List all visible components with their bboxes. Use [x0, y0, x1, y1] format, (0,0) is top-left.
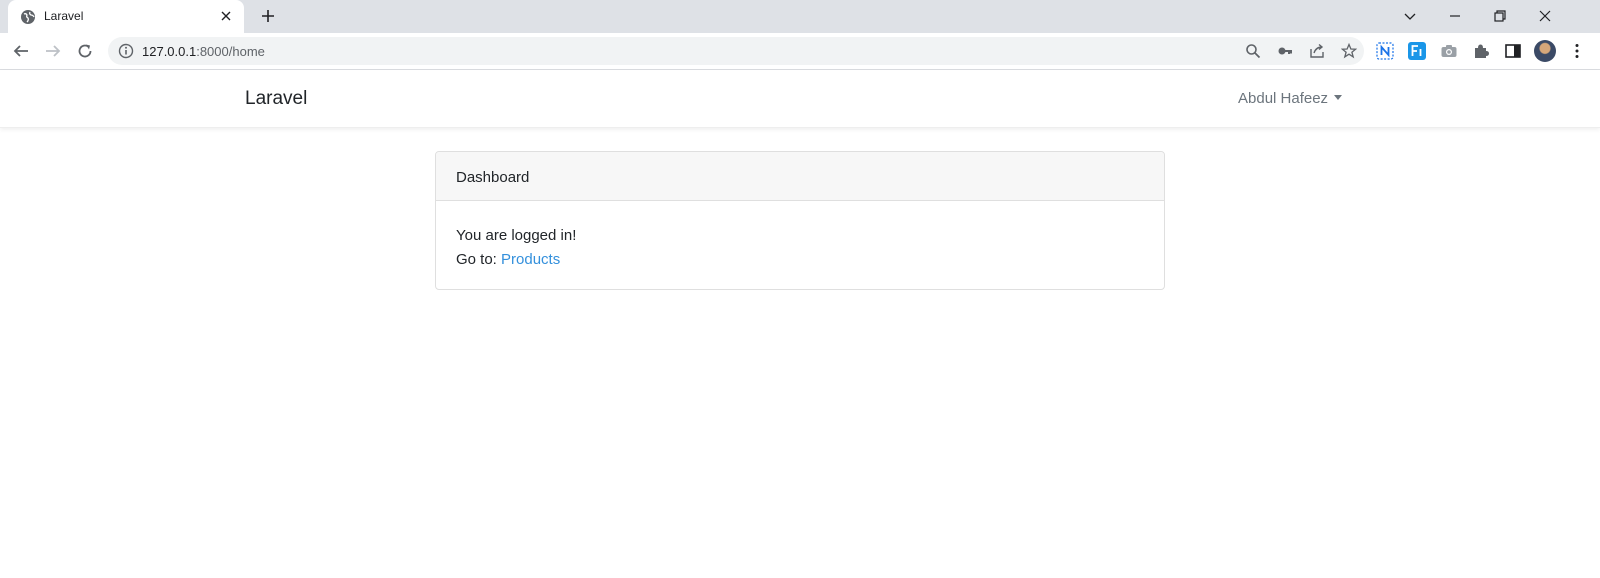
puzzle-extensions-icon[interactable]	[1472, 42, 1490, 60]
chevron-down-icon[interactable]	[1402, 8, 1418, 24]
side-panel-icon[interactable]	[1504, 42, 1522, 60]
tab-title: Laravel	[44, 9, 84, 23]
url-host: 127.0.0.1	[142, 44, 197, 59]
zoom-search-icon[interactable]	[1245, 43, 1261, 59]
kebab-menu-icon[interactable]	[1568, 42, 1586, 60]
products-link[interactable]: Products	[501, 251, 560, 268]
plus-icon[interactable]	[261, 9, 275, 23]
user-name: Abdul Hafeez	[1238, 90, 1329, 107]
browser-toolbar: 127.0.0.1:8000/home	[0, 33, 1600, 70]
extension-n-icon[interactable]	[1376, 42, 1394, 60]
back-arrow-icon[interactable]	[12, 42, 30, 60]
profile-avatar[interactable]	[1534, 40, 1556, 62]
window-close-icon[interactable]	[1537, 8, 1553, 24]
tab-strip: Laravel	[0, 0, 1600, 33]
address-bar[interactable]: 127.0.0.1:8000/home	[108, 37, 1364, 65]
globe-icon	[21, 10, 35, 24]
brand-link[interactable]: Laravel	[245, 88, 307, 110]
status-message: You are logged in!	[456, 227, 577, 244]
camera-icon[interactable]	[1440, 42, 1458, 60]
goto-label: Go to:	[456, 251, 502, 268]
caret-down-icon	[1334, 95, 1343, 100]
user-dropdown-toggle[interactable]: Abdul Hafeez	[1238, 90, 1343, 107]
extension-f-icon[interactable]	[1408, 42, 1426, 60]
goto-line: Go to: Products	[456, 248, 1144, 272]
star-icon[interactable]	[1341, 43, 1357, 59]
app-navbar: Laravel Abdul Hafeez	[0, 70, 1600, 128]
key-icon[interactable]	[1277, 43, 1293, 59]
url-text[interactable]: 127.0.0.1:8000/home	[142, 44, 265, 59]
card-body: You are logged in! Go to: Products	[436, 201, 1164, 295]
forward-arrow-icon[interactable]	[44, 42, 62, 60]
browser-tab[interactable]: Laravel	[8, 0, 244, 33]
close-icon[interactable]	[220, 10, 232, 22]
restore-icon[interactable]	[1492, 8, 1508, 24]
reload-icon[interactable]	[76, 42, 94, 60]
url-path: :8000/home	[196, 44, 265, 59]
info-icon[interactable]	[118, 43, 134, 59]
dashboard-card: Dashboard You are logged in! Go to: Prod…	[435, 151, 1165, 290]
share-icon[interactable]	[1309, 43, 1325, 59]
minimize-icon[interactable]	[1447, 8, 1463, 24]
card-header: Dashboard	[436, 152, 1164, 201]
